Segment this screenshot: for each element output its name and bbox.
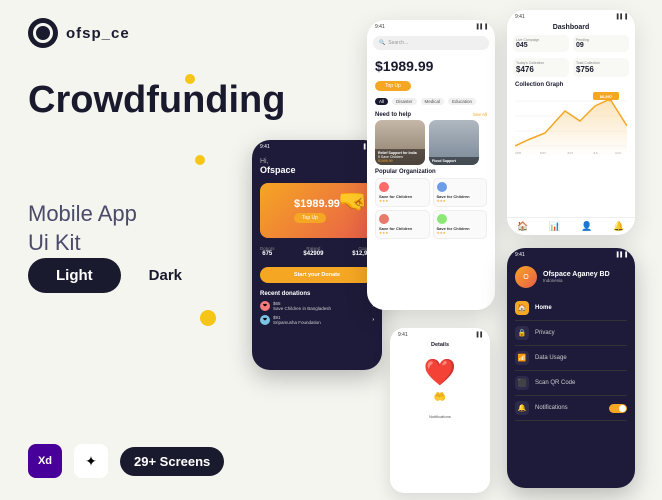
decorative-dot [195, 155, 205, 165]
donation-item: ❤ $91 Sripamusha Foundation › [260, 315, 374, 325]
donation-icon: ❤ [260, 315, 270, 325]
phone-center: 9:41 ▐▐ ▐ 🔍 Search... $1989.99 Top Up Al… [367, 20, 495, 310]
donation-icon: ❤ [260, 301, 270, 311]
decorative-dot [185, 74, 195, 84]
tab-all[interactable]: All [375, 98, 388, 105]
amount-banner: $1989.99 Top Up 🤜 [260, 183, 374, 238]
collection-graph-title: Collection Graph [507, 79, 635, 91]
dashboard-title: Dashboard [507, 22, 635, 31]
menu-item-notifications[interactable]: 🔔 Notifications [515, 396, 627, 421]
need-help-cards: Relief Support for India 5 Save Children… [367, 120, 495, 165]
dark-mode-button[interactable]: Dark [121, 258, 210, 293]
svg-text:MAY: MAY [540, 151, 546, 155]
org-icon [379, 214, 389, 224]
svg-text:JUN: JUN [567, 151, 573, 155]
company-avatar: O [515, 266, 537, 288]
phone-small: 9:41 ▐▐ Details ❤️ 🤲 Notifications [390, 328, 490, 493]
statusbar: 9:41 ▐▐ ▐ [507, 10, 635, 22]
phone-dark-menu: 9:41 ▐▐ ▐ O Ofspace Aganey BD Indonesia … [507, 248, 635, 488]
need-help-section: Need to help See All [367, 108, 495, 120]
menu-item-privacy[interactable]: 🔒 Privacy [515, 321, 627, 346]
menu-item-data-usage[interactable]: 📶 Data Usage [515, 346, 627, 371]
badge-group: Xd ✦ 29+ Screens [28, 444, 224, 478]
svg-text:AUG: AUG [615, 151, 622, 155]
statusbar: 9:41 ▐▐ ▐ [507, 248, 635, 260]
dashboard-stats2: Today's Collection $476 Total Collection… [507, 54, 635, 79]
org-icon [379, 182, 389, 192]
logo-icon [28, 18, 58, 48]
statusbar: 9:41 ▐▐ ▐ [367, 20, 495, 32]
notification-icon: 🔔 [515, 401, 529, 415]
tab-disaster[interactable]: Disaster [392, 98, 417, 105]
company-name: Ofspace Aganey BD [543, 271, 610, 278]
org-icon [437, 182, 447, 192]
dark-phone-header: O Ofspace Aganey BD Indonesia [507, 260, 635, 292]
toggle-knob [619, 405, 626, 412]
org-card[interactable]: Save for Children ★★★ [433, 210, 488, 239]
statusbar: 9:41 ▐▐ [390, 328, 490, 340]
home-icon: 🏠 [515, 301, 529, 315]
data-usage-icon: 📶 [515, 351, 529, 365]
nav-home-icon[interactable]: 🏠 [517, 221, 529, 233]
xd-badge: Xd [28, 444, 62, 478]
greeting-text: Hi, [260, 158, 374, 165]
donation-item: ❤ $65 Save Children in Bangladesh › [260, 301, 374, 311]
header: ofsp_ce [28, 18, 130, 48]
nav-profile-icon[interactable]: 👤 [581, 221, 593, 233]
decorative-dot [200, 310, 216, 326]
dashboard-stats: Live Campaign 045 Pending 09 [507, 31, 635, 54]
stats-row: Donors 675 Raised $42909 Goal $12,989 [260, 246, 374, 257]
org-card[interactable]: Save for Children ★★★ [433, 178, 488, 207]
bottom-navbar: 🏠 📊 👤 🔔 [507, 217, 635, 235]
nav-bell-icon[interactable]: 🔔 [613, 221, 625, 233]
svg-text:$6,997: $6,997 [600, 94, 613, 99]
popular-orgs: Popular Organization Save for Children ★… [367, 165, 495, 239]
menu-item-scan-qr[interactable]: ⬛ Scan QR Code [515, 371, 627, 396]
search-bar[interactable]: 🔍 Search... [373, 36, 489, 50]
hand-emoji: 🤜 [338, 187, 368, 216]
theme-toggle: Light Dark [28, 258, 210, 293]
svg-text:JUL: JUL [593, 151, 599, 155]
details-title: Details [390, 340, 490, 350]
notification-text: Notifications [390, 410, 490, 423]
start-donate-btn[interactable]: Start your Donate [260, 267, 374, 283]
need-card[interactable]: Relief Support for India 5 Save Children… [375, 120, 425, 165]
hero-subtitle: Mobile App Ui Kit [28, 200, 137, 257]
user-name: Ofspace [260, 165, 374, 175]
phone-main: 9:41 ▐▐ ▐ Hi, Ofspace $1989.99 Top Up 🤜 … [252, 140, 382, 370]
nav-stats-icon[interactable]: 📊 [549, 221, 561, 233]
center-amount: $1989.99 [375, 58, 487, 74]
qr-icon: ⬛ [515, 376, 529, 390]
menu-item-home[interactable]: 🏠 Home [515, 296, 627, 321]
collection-graph: $6,997 APR MAY JUN JUL AUG [507, 91, 635, 156]
donation-name: Sripamusha Foundation [273, 320, 321, 325]
statusbar: 9:41 ▐▐ ▐ [252, 140, 382, 152]
main-amount: $1989.99 [294, 198, 340, 210]
topup-btn[interactable]: Top Up [294, 213, 326, 223]
graph-svg: $6,997 APR MAY JUN JUL AUG [515, 91, 627, 156]
screens-badge: 29+ Screens [120, 447, 224, 476]
dark-menu-items: 🏠 Home 🔒 Privacy 📶 Data Usage ⬛ Scan QR … [507, 292, 635, 425]
privacy-icon: 🔒 [515, 326, 529, 340]
svg-text:APR: APR [515, 151, 522, 155]
need-card[interactable]: Flood Support [429, 120, 479, 165]
category-tabs: All Disaster Medical Education [367, 92, 495, 108]
heart-illustration: ❤️ 🤲 [390, 350, 490, 410]
notifications-toggle[interactable] [609, 404, 627, 413]
phones-area: 9:41 ▐▐ ▐ Hi, Ofspace $1989.99 Top Up 🤜 … [232, 0, 662, 500]
topup-button[interactable]: Top Up [375, 81, 411, 91]
org-icon [437, 214, 447, 224]
org-card[interactable]: Save for Children ★★★ [375, 210, 430, 239]
company-location: Indonesia [543, 278, 610, 283]
figma-badge: ✦ [74, 444, 108, 478]
logo-text: ofsp_ce [66, 25, 130, 42]
light-mode-button[interactable]: Light [28, 258, 121, 293]
tab-education[interactable]: Education [448, 98, 476, 105]
donation-name: Save Children in Bangladesh [273, 306, 331, 311]
org-card[interactable]: Save for Children ★★★ [375, 178, 430, 207]
phone-dashboard: 9:41 ▐▐ ▐ Dashboard Live Campaign 045 Pe… [507, 10, 635, 235]
tab-medical[interactable]: Medical [421, 98, 445, 105]
recent-label: Recent donations [260, 291, 374, 297]
